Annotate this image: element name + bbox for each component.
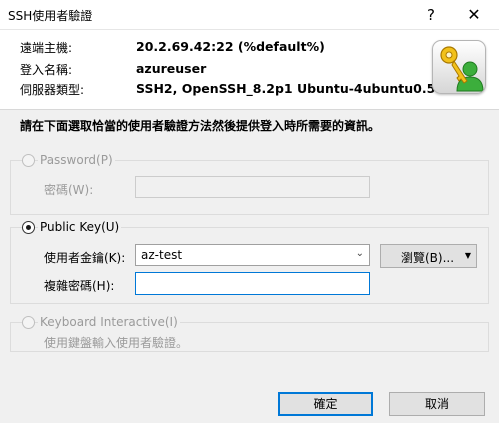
user-key-label: 使用者金鑰(K):: [44, 251, 126, 265]
user-key-select[interactable]: az-test ⌄: [135, 244, 370, 266]
remote-host-value: 20.2.69.42:22 (%default%): [136, 39, 325, 54]
keyboard-description: 使用鍵盤輸入使用者驗證。: [44, 336, 189, 350]
connection-info-panel: 遠端主機: 20.2.69.42:22 (%default%) 登入名稱: az…: [0, 30, 499, 110]
close-button[interactable]: ✕: [460, 1, 488, 29]
keyboard-radio-button[interactable]: [22, 316, 35, 329]
passphrase-label: 複雜密碼(H):: [44, 279, 115, 293]
ok-button[interactable]: 確定: [278, 392, 373, 416]
password-field[interactable]: [135, 176, 370, 198]
server-type-value: SSH2, OpenSSH_8.2p1 Ubuntu-4ubuntu0.5: [136, 81, 436, 96]
chevron-down-icon: ⌄: [355, 248, 364, 259]
server-type-label: 伺服器類型:: [20, 83, 85, 97]
publickey-radio-button[interactable]: [22, 221, 35, 234]
passphrase-field[interactable]: [135, 272, 370, 295]
user-key-icon: [432, 40, 486, 94]
browse-button-label: 瀏覽(B)...: [401, 251, 455, 265]
browse-button[interactable]: 瀏覽(B)... ▼: [380, 244, 477, 268]
keyboard-radio-label: Keyboard Interactive(I): [38, 315, 180, 329]
cancel-button[interactable]: 取消: [389, 392, 485, 416]
window-title: SSH使用者驗證: [8, 9, 93, 23]
password-radio-label: Password(P): [38, 153, 115, 167]
password-field-label: 密碼(W):: [44, 183, 94, 197]
title-bar: SSH使用者驗證 ? ✕: [0, 0, 499, 30]
login-name-label: 登入名稱:: [20, 63, 73, 77]
help-button[interactable]: ?: [420, 1, 442, 29]
remote-host-label: 遠端主機:: [20, 41, 73, 55]
login-name-value: azureuser: [136, 61, 207, 76]
password-radio-button[interactable]: [22, 154, 35, 167]
dropdown-arrow-icon: ▼: [464, 251, 471, 260]
publickey-radio-label: Public Key(U): [38, 220, 122, 234]
instruction-text: 請在下面選取恰當的使用者驗證方法然後提供登入時所需要的資訊。: [20, 119, 381, 133]
user-key-value: az-test: [141, 248, 183, 262]
